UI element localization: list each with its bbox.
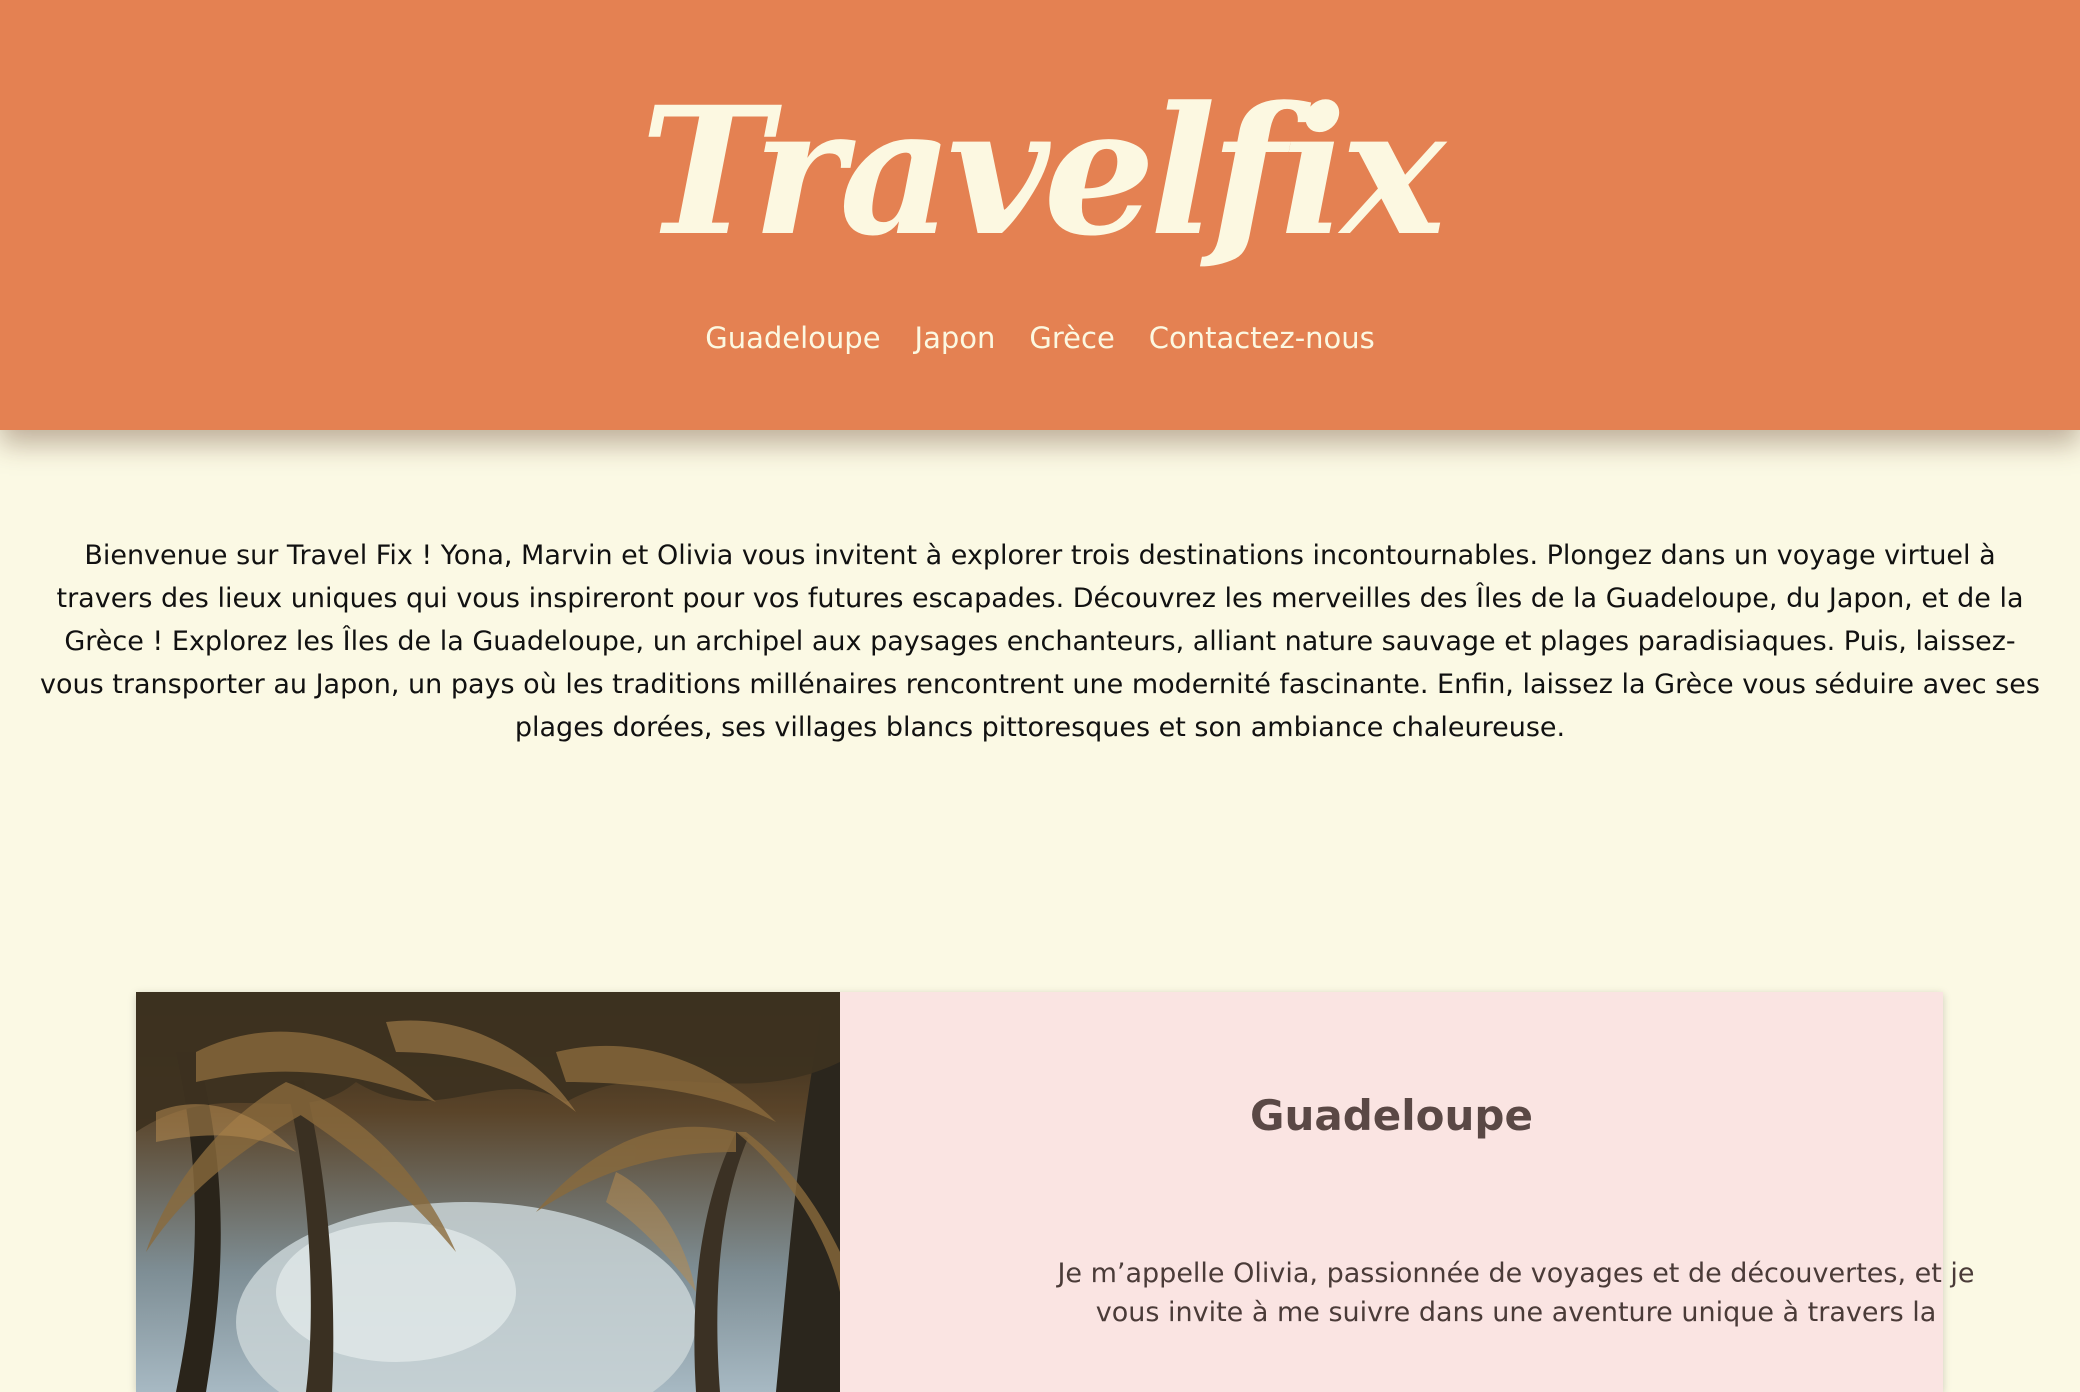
site-header: Travelfix Guadeloupe Japon Grèce Contact…	[0, 0, 2080, 430]
card-description: Je m’appelle Olivia, passionnée de voyag…	[1057, 1258, 1975, 1328]
palm-trees-photo	[136, 992, 840, 1392]
site-logo[interactable]: Travelfix	[0, 72, 2080, 272]
card-title: Guadeloupe	[1250, 1091, 1533, 1140]
destination-card-guadeloupe: Guadeloupe Je m’appelle Olivia, passionn…	[136, 992, 1975, 1392]
palm-trees-photo-icon	[136, 992, 840, 1392]
intro-paragraph: Bienvenue sur Travel Fix ! Yona, Marvin …	[40, 540, 2040, 743]
main-nav: Guadeloupe Japon Grèce Contactez-nous	[0, 316, 2080, 360]
nav-link-grece[interactable]: Grèce	[1029, 316, 1114, 360]
nav-link-japon[interactable]: Japon	[915, 316, 996, 360]
nav-link-guadeloupe[interactable]: Guadeloupe	[705, 316, 880, 360]
nav-link-contact[interactable]: Contactez-nous	[1149, 316, 1375, 360]
